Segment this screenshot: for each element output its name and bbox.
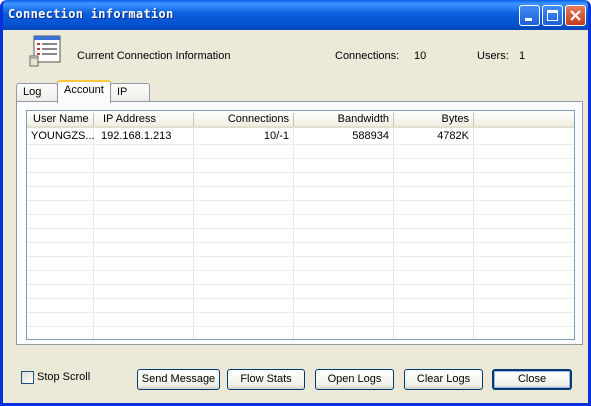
grid-line (193, 128, 194, 339)
column-header-bytes[interactable]: Bytes (395, 113, 469, 125)
cell-connections[interactable]: 10/-1 (195, 130, 289, 142)
grid-line (27, 242, 574, 243)
grid-line (27, 214, 574, 215)
grid-line (27, 158, 574, 159)
maximize-icon (547, 10, 558, 21)
clear-logs-button[interactable]: Clear Logs (404, 369, 483, 390)
close-button[interactable]: Close (492, 369, 572, 390)
close-window-button[interactable] (565, 5, 586, 26)
users-label: Users: (477, 50, 509, 62)
cell-bandwidth[interactable]: 588934 (295, 130, 389, 142)
grid-line (27, 186, 574, 187)
open-logs-button[interactable]: Open Logs (315, 369, 394, 390)
grid-line (27, 298, 574, 299)
column-header-ip-address[interactable]: IP Address (103, 113, 156, 125)
grid-line (473, 128, 474, 339)
account-tab-panel: User Name IP Address Connections Bandwid… (16, 101, 583, 345)
connection-info-window: Connection information Current Connectio… (0, 0, 591, 406)
connection-list-icon (29, 35, 61, 67)
title-bar[interactable]: Connection information (3, 0, 588, 30)
grid-line (27, 284, 574, 285)
cell-ip-address[interactable]: 192.168.1.213 (101, 130, 171, 142)
account-list[interactable]: User Name IP Address Connections Bandwid… (26, 110, 575, 340)
column-divider[interactable] (393, 113, 394, 126)
header-title: Current Connection Information (77, 50, 231, 62)
grid-line (27, 270, 574, 271)
tab-account[interactable]: Account (57, 80, 111, 103)
column-divider[interactable] (193, 113, 194, 126)
grid-line (93, 128, 94, 339)
users-count: 1 (519, 50, 526, 62)
close-icon (570, 10, 581, 21)
column-divider[interactable] (293, 113, 294, 126)
grid-line (393, 128, 394, 339)
cell-user-name[interactable]: YOUNGZS... (31, 130, 95, 142)
stop-scroll-checkbox[interactable] (21, 371, 34, 384)
grid-line (293, 128, 294, 339)
grid-line (27, 172, 574, 173)
grid-line (27, 312, 574, 313)
grid-line (27, 256, 574, 257)
tab-log-label: Log (23, 86, 42, 98)
send-message-button[interactable]: Send Message (137, 369, 220, 390)
list-header: User Name IP Address Connections Bandwid… (27, 111, 574, 128)
grid-line (27, 200, 574, 201)
minimize-icon (525, 18, 532, 21)
tab-account-label: Account (64, 84, 104, 96)
connections-label: Connections: (335, 50, 400, 62)
connections-count: 10 (414, 50, 427, 62)
column-header-connections[interactable]: Connections (195, 113, 289, 125)
stop-scroll-label[interactable]: Stop Scroll (37, 371, 90, 383)
grid-line (27, 228, 574, 229)
window-title: Connection information (8, 7, 174, 21)
grid-line (27, 144, 574, 145)
column-divider[interactable] (93, 113, 94, 126)
maximize-button[interactable] (542, 5, 563, 26)
flow-stats-button[interactable]: Flow Stats (227, 369, 305, 390)
minimize-button[interactable] (519, 5, 540, 26)
column-header-user-name[interactable]: User Name (33, 113, 89, 125)
tab-ip[interactable]: IP (110, 83, 150, 102)
tab-ip-label: IP (117, 86, 128, 98)
cell-bytes[interactable]: 4782K (395, 130, 469, 142)
tab-log[interactable]: Log (16, 83, 58, 102)
column-divider[interactable] (473, 113, 474, 126)
column-header-bandwidth[interactable]: Bandwidth (295, 113, 389, 125)
grid-line (27, 326, 574, 327)
